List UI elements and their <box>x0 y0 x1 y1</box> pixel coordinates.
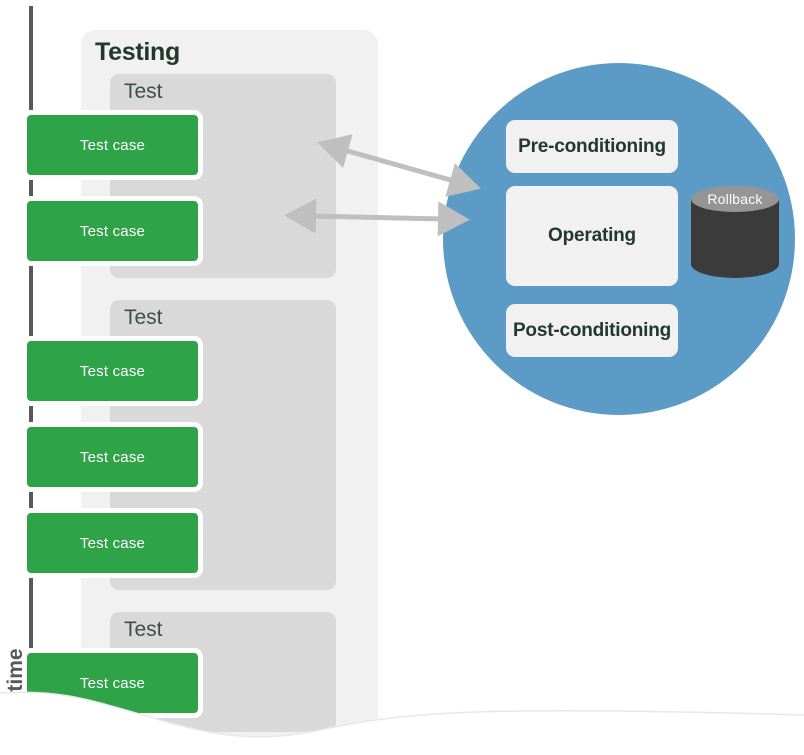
test-case-box[interactable]: Test case <box>22 110 203 180</box>
diagram-canvas: time Testing Test Test case Test case Te… <box>0 0 804 755</box>
test-case-box[interactable]: Test case <box>22 648 203 718</box>
test-group-label: Test <box>124 306 163 329</box>
test-case-box[interactable]: Test case <box>22 336 203 406</box>
test-case-label: Test case <box>79 222 146 240</box>
test-group-label: Test <box>124 618 163 641</box>
test-group-label: Test <box>124 80 163 103</box>
phase-box-operating[interactable]: Operating <box>506 186 678 286</box>
phase-box-post-conditioning[interactable]: Post-conditioning <box>506 304 678 357</box>
phase-label: Post-conditioning <box>512 319 672 341</box>
test-case-label: Test case <box>79 534 146 552</box>
test-case-box[interactable]: Test case <box>22 422 203 492</box>
test-case-label: Test case <box>79 362 146 380</box>
test-case-box[interactable]: Test case <box>22 196 203 266</box>
page-title: Testing <box>95 38 180 66</box>
phase-label: Operating <box>548 225 636 246</box>
test-case-label: Test case <box>79 448 146 466</box>
database-cylinder-icon[interactable]: Rollback <box>691 186 779 278</box>
test-case-label: Test case <box>79 674 146 692</box>
test-case-label: Test case <box>79 136 146 154</box>
phase-box-pre-conditioning[interactable]: Pre-conditioning <box>506 120 678 173</box>
test-case-box[interactable]: Test case <box>22 508 203 578</box>
phase-label: Pre-conditioning <box>518 135 666 157</box>
rollback-label: Rollback <box>707 191 763 207</box>
